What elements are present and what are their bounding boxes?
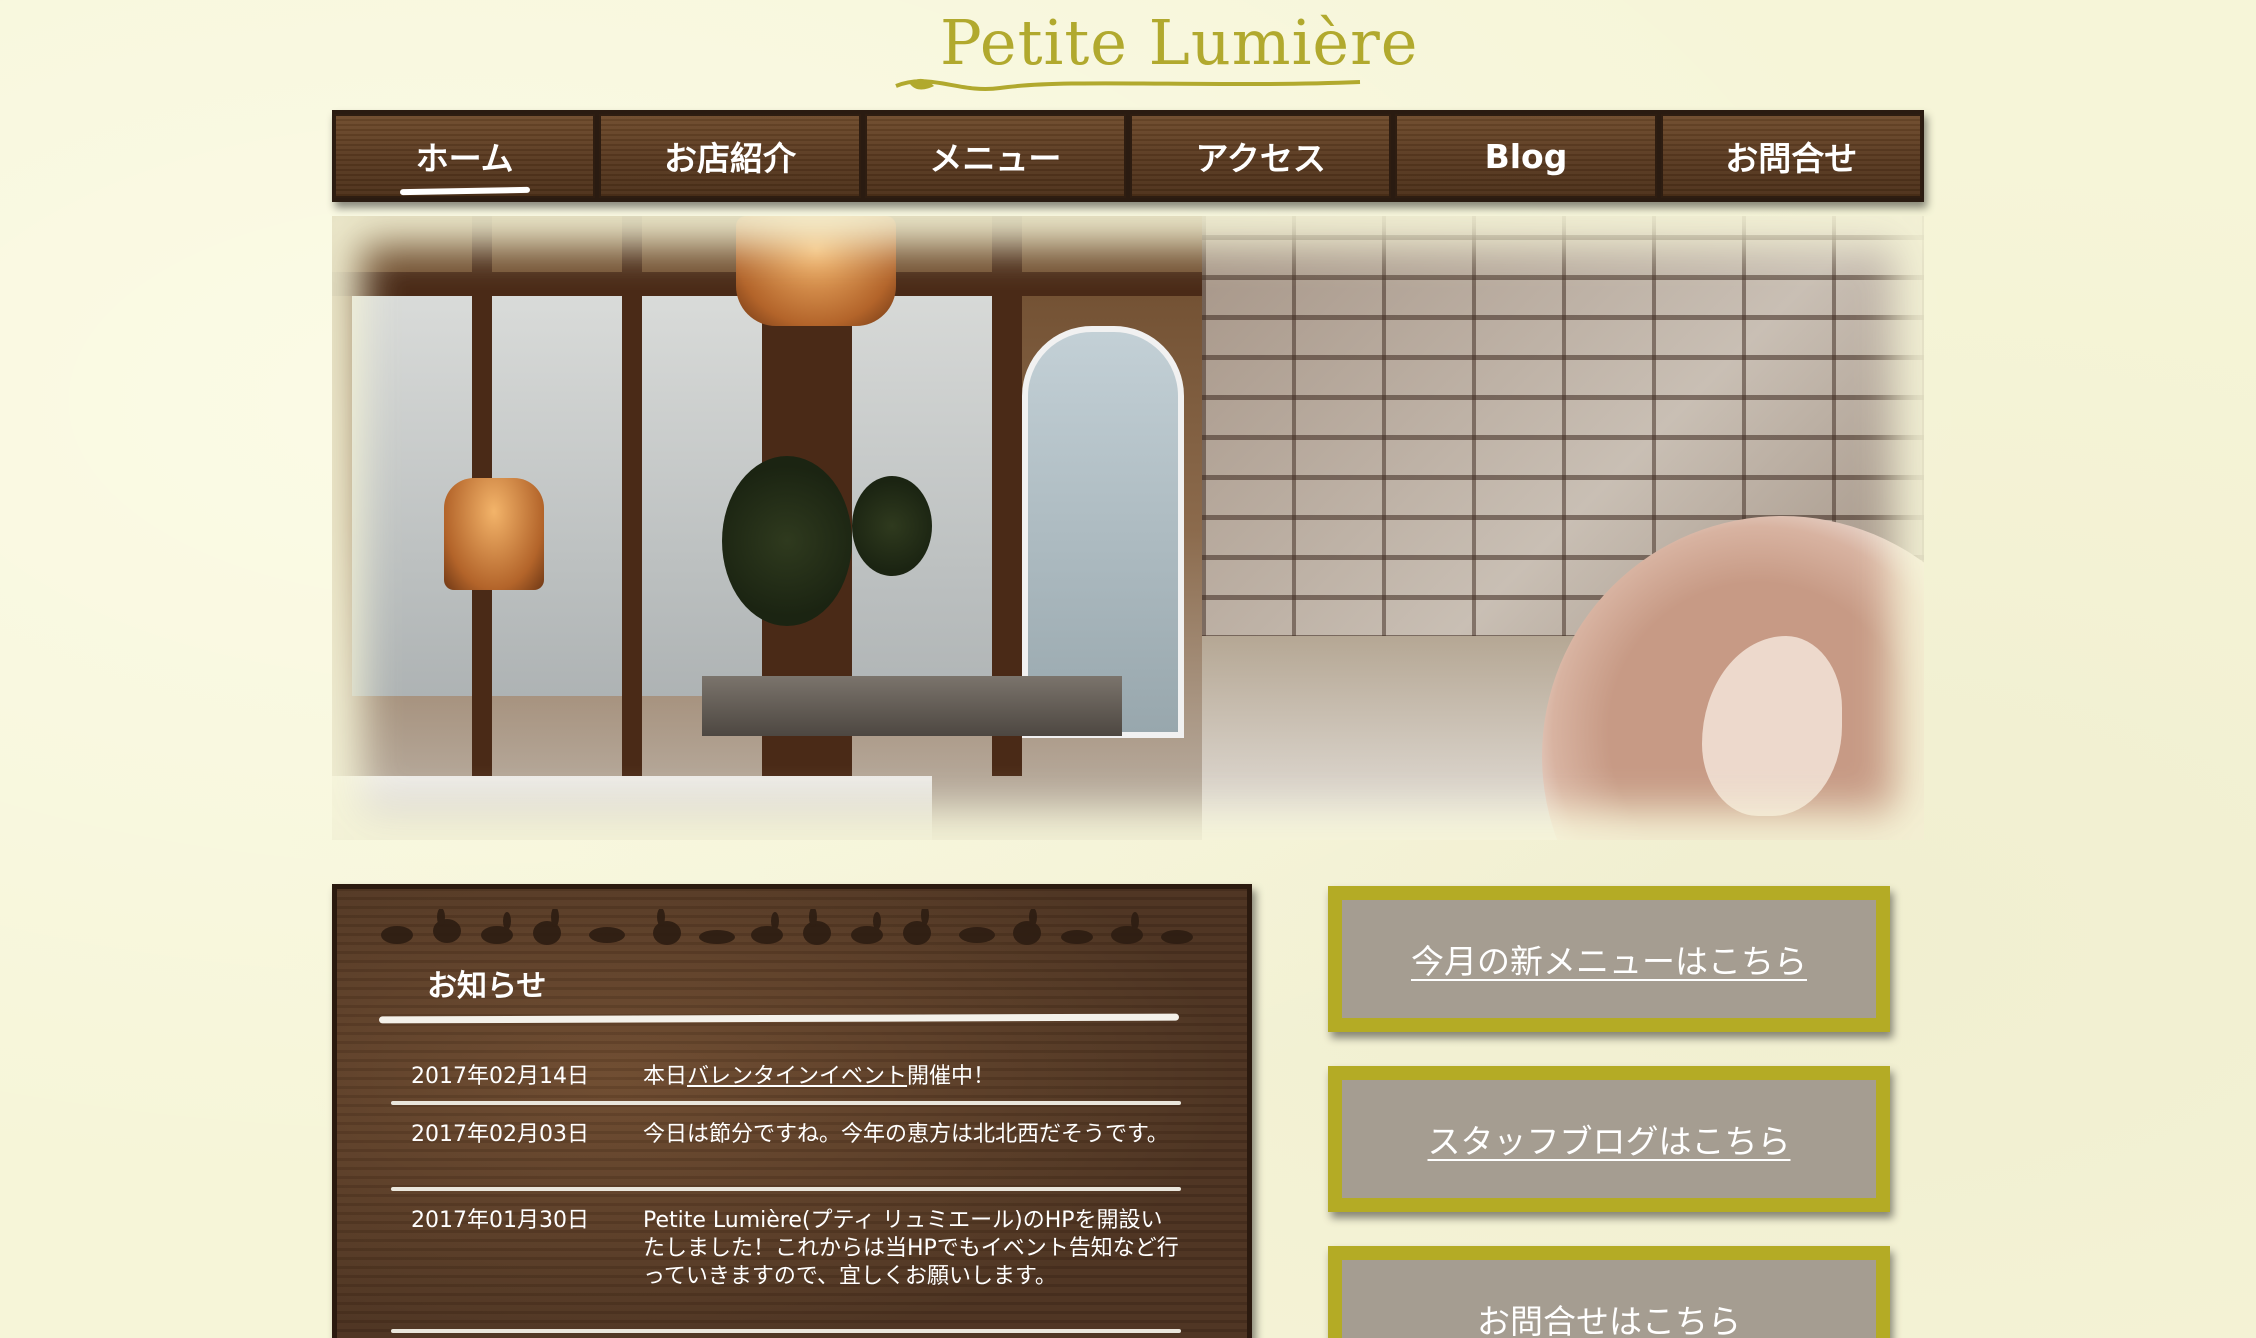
nav-label: アクセス	[1195, 139, 1326, 178]
news-date: 2017年01月30日	[411, 1208, 589, 1233]
nav-label: ホーム	[416, 132, 514, 180]
nav-item-menu[interactable]: メニュー	[864, 114, 1126, 198]
nav-label: メニュー	[929, 139, 1062, 178]
news-divider	[391, 1101, 1181, 1105]
news-title-divider	[378, 1013, 1180, 1024]
news-date: 2017年02月14日	[411, 1064, 589, 1089]
new-menu-button[interactable]: 今月の新メニューはこちら	[1328, 886, 1890, 1032]
contact-label: お問合せはこちら	[1477, 1302, 1741, 1338]
contact-button[interactable]: お問合せはこちら	[1328, 1246, 1890, 1338]
news-divider	[391, 1187, 1181, 1191]
news-text: 今日は節分ですね。今年の恵方は北北西だそうです。	[643, 1122, 1169, 1147]
page: Petite Lumière ホーム お店紹介 メニュー アクセス Blog お…	[0, 0, 2256, 1338]
potted-plant	[722, 456, 852, 626]
pendant-lamp	[444, 478, 544, 590]
nav-item-access[interactable]: アクセス	[1129, 114, 1392, 198]
news-text: 本日バレンタインイベント開催中！	[643, 1063, 1183, 1091]
news-panel: お知らせ 2017年02月14日 本日バレンタインイベント開催中！ 2017年0…	[332, 884, 1252, 1338]
nav-item-about[interactable]: お店紹介	[599, 114, 861, 198]
window-frame	[622, 216, 642, 776]
nav-label: Blog	[1484, 136, 1568, 176]
news-divider	[391, 1329, 1181, 1333]
news-text: Petite Lumière(プティ リュミエール)のHPを開設いたしました！こ…	[643, 1208, 1179, 1289]
pendant-lamp	[736, 216, 896, 326]
potted-plant	[852, 476, 932, 576]
news-text-post: 開催中！	[907, 1064, 996, 1089]
news-date: 2017年02月03日	[411, 1122, 589, 1147]
nav-item-blog[interactable]: Blog	[1395, 114, 1657, 198]
logo-swash-icon	[895, 78, 1361, 91]
nav-item-contact[interactable]: お問合せ	[1660, 114, 1922, 198]
site-logo[interactable]: Petite Lumière	[890, 4, 1417, 100]
bunny-silhouettes-icon	[381, 909, 1193, 945]
hero-image	[332, 216, 1924, 840]
news-text-pre: 本日	[643, 1064, 688, 1089]
staff-blog-label: スタッフブログはこちら	[1427, 1122, 1791, 1161]
valentine-event-link[interactable]: バレンタインイベント	[687, 1064, 907, 1089]
main-nav: ホーム お店紹介 メニュー アクセス Blog お問合せ	[332, 110, 1924, 202]
nav-label: お店紹介	[663, 139, 796, 178]
cafe-table	[702, 676, 1122, 736]
new-menu-label: 今月の新メニューはこちら	[1411, 942, 1807, 981]
cafe-table	[332, 776, 932, 840]
nav-item-home[interactable]: ホーム	[334, 114, 596, 198]
news-title: お知らせ	[427, 969, 547, 1004]
staff-blog-button[interactable]: スタッフブログはこちら	[1328, 1066, 1890, 1212]
nav-label: お問合せ	[1725, 139, 1858, 178]
